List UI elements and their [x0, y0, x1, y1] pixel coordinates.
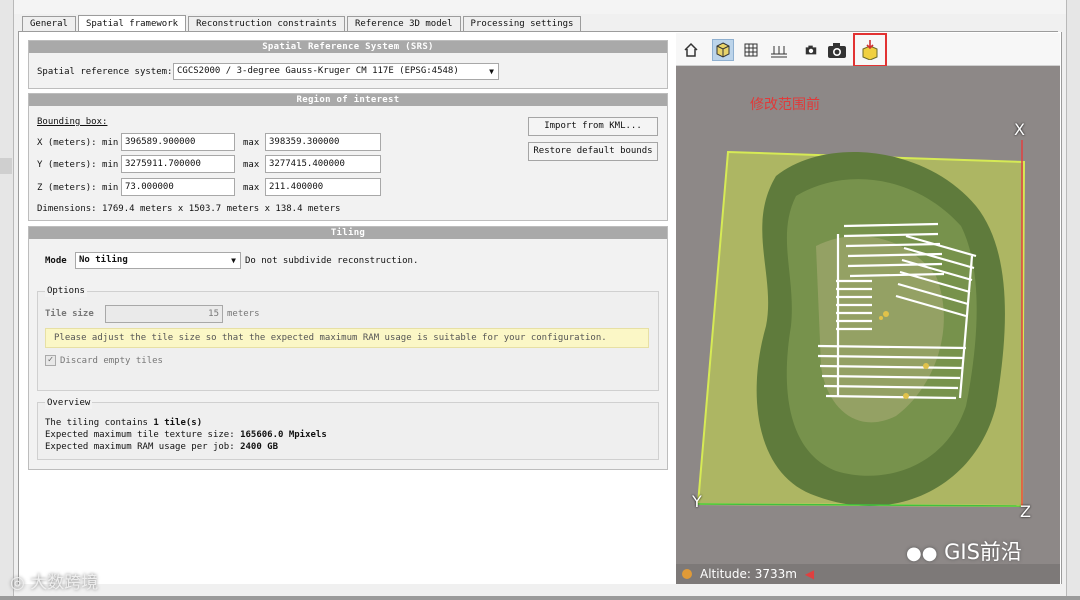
tile-size-input[interactable]: 15	[105, 305, 223, 323]
point-cloud-scene	[696, 140, 1026, 508]
z-max-input[interactable]: 211.400000	[265, 178, 381, 196]
srs-label: Spatial reference system:	[37, 67, 173, 77]
srs-select[interactable]: CGCS2000 / 3-degree Gauss-Kruger CM 117E…	[173, 63, 499, 80]
overview-texture-prefix: Expected maximum tile texture size:	[45, 430, 235, 440]
tab-processing-settings[interactable]: Processing settings	[462, 16, 582, 32]
tile-size-warning: Please adjust the tile size so that the …	[45, 328, 649, 348]
tab-bar: General Spatial framework Reconstruction…	[22, 14, 583, 33]
window-frame-bottom	[0, 596, 1080, 600]
y-max-input[interactable]: 3277415.400000	[265, 155, 381, 173]
dimensions-text: Dimensions: 1769.4 meters x 1503.7 meter…	[37, 204, 341, 214]
watermark-right: ●● GIS前沿	[906, 536, 1022, 566]
watermark-logo-icon: ◎	[10, 573, 25, 593]
z-max-label: max	[243, 183, 260, 193]
discard-empty-checkbox[interactable]: ✓	[45, 355, 56, 366]
watermark-right-text: GIS前沿	[944, 540, 1022, 564]
axis-x-label: X	[1014, 120, 1025, 139]
tile-size-label: Tile size	[45, 309, 94, 319]
chevron-down-icon: ▼	[489, 67, 494, 76]
x-max-input[interactable]: 398359.300000	[265, 133, 381, 151]
camera-icon[interactable]	[826, 39, 848, 61]
y-max-label: max	[243, 160, 260, 170]
top-strip	[14, 0, 1066, 14]
overview-ram: Expected maximum RAM usage per job: 2400…	[45, 441, 278, 453]
z-min-input[interactable]: 73.000000	[121, 178, 235, 196]
y-min-input[interactable]: 3275911.700000	[121, 155, 235, 173]
discard-empty-label: Discard empty tiles	[60, 356, 163, 366]
overview-texture: Expected maximum tile texture size: 1656…	[45, 429, 327, 441]
pointer-arrow-icon: ◀	[804, 567, 815, 581]
mode-label: Mode	[45, 256, 67, 266]
home-icon[interactable]	[680, 39, 702, 61]
roi-panel: Region of interest Bounding box: X (mete…	[28, 93, 668, 221]
overview-texture-value: 165606.0 Mpixels	[240, 430, 327, 440]
altitude-dot-icon	[682, 569, 692, 579]
mode-select[interactable]: No tiling ▼	[75, 252, 241, 269]
axis-z-label: Z	[1020, 502, 1031, 521]
import-kml-button[interactable]: Import from KML...	[528, 117, 658, 136]
overview-ram-prefix: Expected maximum RAM usage per job:	[45, 442, 235, 452]
chevron-down-icon: ▼	[231, 256, 236, 265]
box-edit-icon[interactable]	[853, 33, 887, 67]
x-max-label: max	[243, 138, 260, 148]
viewer-toolbar	[676, 33, 1060, 67]
overview-ram-value: 2400 GB	[240, 442, 279, 452]
x-min-label: X (meters): min	[37, 138, 119, 148]
overview-tiles-prefix: The tiling contains	[45, 418, 148, 428]
window-frame-right	[1066, 0, 1080, 600]
tab-general[interactable]: General	[22, 16, 76, 32]
watermark-left: ◎ 大数跨境	[10, 568, 98, 593]
mode-value: No tiling	[79, 255, 128, 265]
overview-tiles: The tiling contains 1 tile(s)	[45, 417, 202, 429]
window-frame-left	[0, 0, 14, 600]
grid-icon[interactable]	[740, 39, 762, 61]
altitude-value: Altitude: 3733m	[700, 567, 797, 581]
3d-viewer[interactable]: 修改范围前 X Y Z Altitude: 3733m ◀	[676, 66, 1060, 584]
srs-panel: Spatial Reference System (SRS) Spatial r…	[28, 40, 668, 89]
restore-bounds-button[interactable]: Restore default bounds	[528, 142, 658, 161]
y-min-label: Y (meters): min	[37, 160, 119, 170]
bounding-box-label: Bounding box:	[37, 117, 108, 127]
overview-tiles-value: 1 tile(s)	[153, 418, 203, 428]
srs-value: CGCS2000 / 3-degree Gauss-Kruger CM 117E…	[177, 66, 459, 76]
watermark-left-text: 大数跨境	[30, 573, 99, 593]
tiling-panel: Tiling Mode No tiling ▼ Do not subdivide…	[28, 226, 668, 470]
mode-description: Do not subdivide reconstruction.	[245, 256, 419, 266]
camera-small-icon[interactable]	[800, 39, 822, 61]
srs-header: Spatial Reference System (SRS)	[29, 41, 667, 53]
wechat-icon: ●●	[906, 543, 938, 564]
x-min-input[interactable]: 396589.900000	[121, 133, 235, 151]
tab-reconstruction-constraints[interactable]: Reconstruction constraints	[188, 16, 345, 32]
altitude-bar: Altitude: 3733m ◀	[676, 564, 1060, 584]
cube-icon[interactable]	[712, 39, 734, 61]
ground-plane-icon[interactable]	[768, 39, 790, 61]
frame-handle	[0, 158, 12, 174]
z-min-label: Z (meters): min	[37, 183, 119, 193]
tiling-header: Tiling	[29, 227, 667, 239]
tile-size-unit: meters	[227, 309, 260, 319]
options-label: Options	[45, 285, 87, 297]
roi-header: Region of interest	[29, 94, 667, 106]
overview-label: Overview	[45, 397, 93, 409]
axis-y-label: Y	[692, 492, 702, 511]
tab-reference-3d-model[interactable]: Reference 3D model	[346, 16, 461, 32]
